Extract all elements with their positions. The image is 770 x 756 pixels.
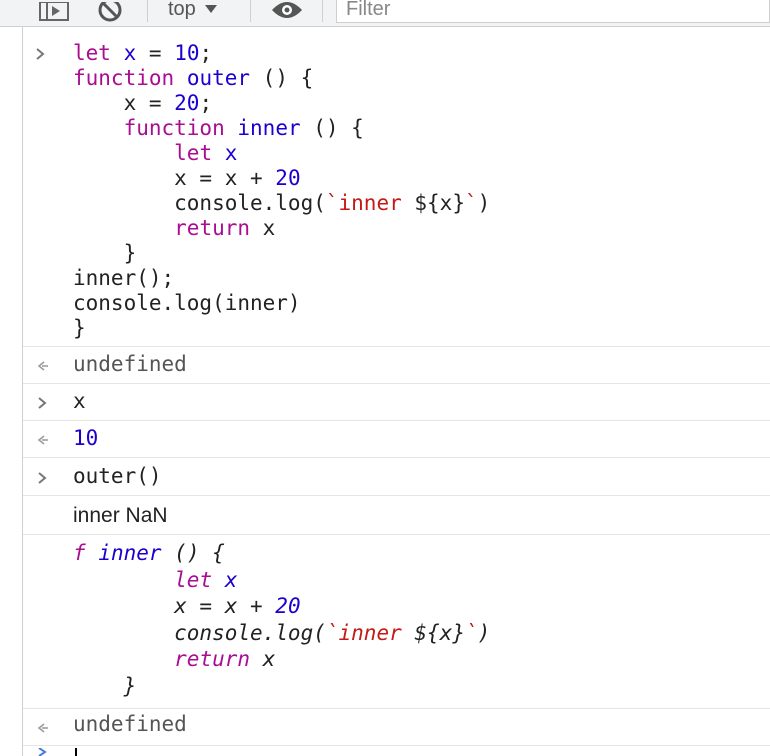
input-text: outer() [73,464,162,488]
function-log: f inner () { let x x = x + 20 console.lo… [73,541,491,698]
console-prompt-input[interactable] [23,746,770,756]
console-input-entry: x [23,384,770,421]
console-result-entry: undefined [23,347,770,384]
result-value: 10 [73,426,99,450]
clear-console-icon[interactable] [96,0,126,26]
code-block: let x = 10; function outer () { x = 20; … [73,41,491,340]
result-arrow-icon [37,723,48,733]
context-selector[interactable]: top [168,0,218,22]
console-input-entry: outer() [23,458,770,496]
console-result-entry: undefined [23,709,770,746]
log-text: inner NaN [73,504,168,527]
result-arrow-icon [37,361,48,371]
context-label: top [168,0,196,20]
chevron-right-icon [38,748,47,756]
eye-icon[interactable] [270,0,304,26]
input-text: x [73,389,86,413]
console-log-entry: inner NaN [23,496,770,535]
result-value: undefined [73,352,187,376]
dropdown-caret-icon [204,5,217,13]
result-value: undefined [73,712,187,736]
chevron-right-icon [38,397,47,409]
sidebar-toggle-icon[interactable] [38,0,70,26]
text-cursor [75,748,77,756]
chevron-right-icon [38,472,47,484]
console-input-entry: let x = 10; function outer () { x = 20; … [23,27,770,347]
chevron-right-icon [36,48,45,60]
console-panel: let x = 10; function outer () { x = 20; … [22,27,770,756]
console-log-entry: f inner () { let x x = x + 20 console.lo… [23,535,770,709]
filter-input[interactable]: Filter [336,0,770,23]
result-arrow-icon [37,435,48,445]
console-toolbar: top Filter [0,0,770,27]
console-result-entry: 10 [23,421,770,458]
